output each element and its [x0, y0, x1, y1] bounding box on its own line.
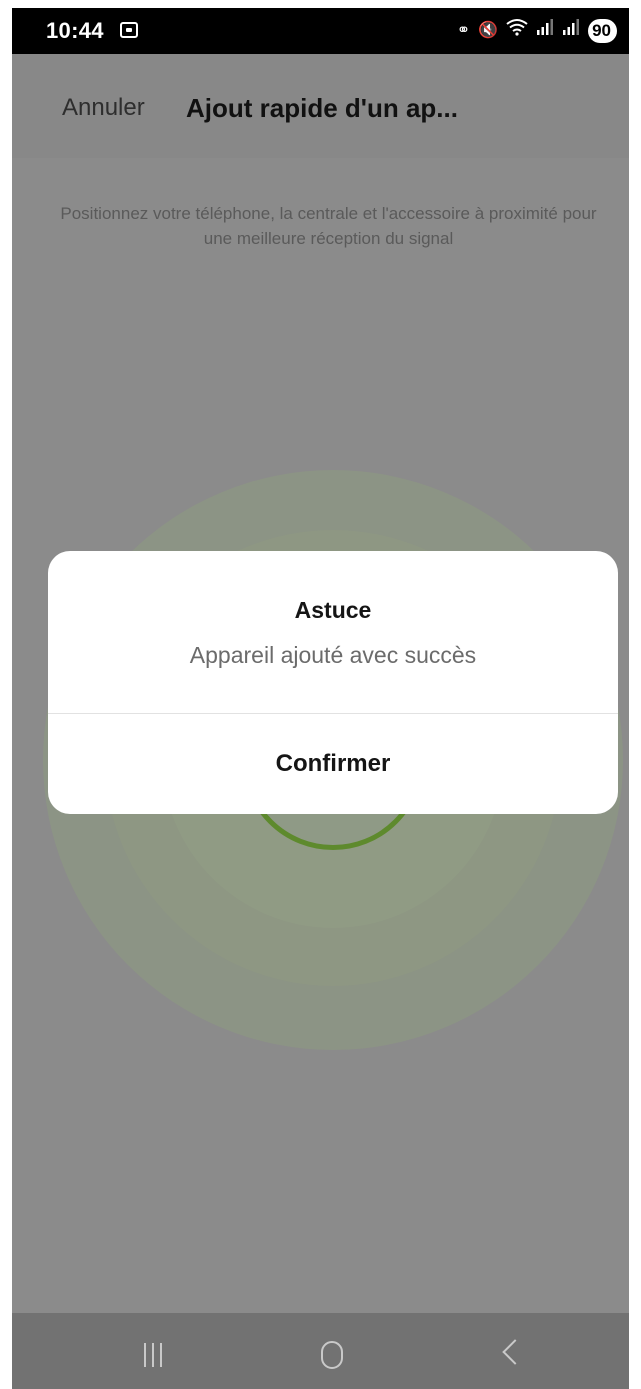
- wifi-icon: [506, 18, 528, 45]
- header: Annuler Ajout rapide d'un ap...: [12, 54, 629, 158]
- screenshot-icon: [120, 22, 138, 38]
- cancel-button[interactable]: Annuler: [62, 94, 145, 122]
- status-bar: 10:44 ⚭ 🔇 90: [12, 8, 629, 54]
- vpn-key-icon: ⚭: [456, 22, 471, 39]
- navigation-bar: [12, 1313, 629, 1389]
- status-icons: ⚭ 🔇 90: [457, 18, 617, 44]
- confirm-button[interactable]: Confirmer: [48, 714, 618, 814]
- recents-icon[interactable]: [144, 1343, 168, 1367]
- back-icon[interactable]: [502, 1339, 528, 1365]
- signal-icon: [536, 18, 554, 45]
- phone-screen: 10:44 ⚭ 🔇 90 Annuler Ajout rapide d'un a…: [12, 8, 629, 1389]
- battery-icon: 90: [588, 19, 617, 43]
- status-time: 10:44: [46, 18, 104, 43]
- dialog-title: Astuce: [294, 597, 372, 623]
- page-title: Ajout rapide d'un ap...: [186, 93, 458, 123]
- home-icon[interactable]: [321, 1341, 343, 1369]
- battery-level: 90: [592, 21, 611, 40]
- mute-icon: 🔇: [478, 22, 499, 39]
- tip-dialog: Astuce Appareil ajouté avec succès Confi…: [48, 551, 618, 814]
- instructions-text: Positionnez votre téléphone, la centrale…: [60, 204, 597, 248]
- signal-icon: [562, 18, 580, 45]
- dialog-message: Appareil ajouté avec succès: [189, 642, 477, 668]
